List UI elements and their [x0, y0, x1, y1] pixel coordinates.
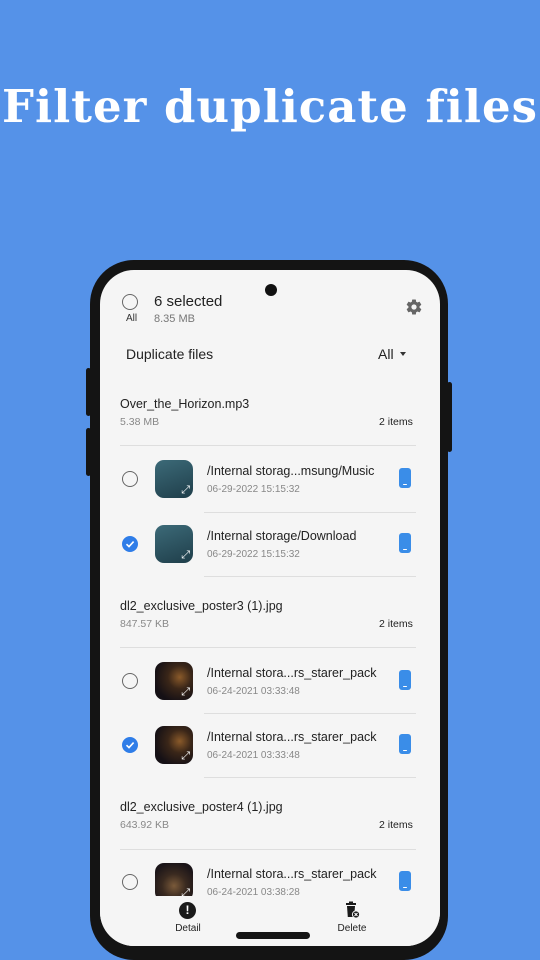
phone-storage-icon: [399, 871, 411, 891]
front-camera: [265, 284, 277, 296]
divider: [204, 576, 416, 577]
divider: [204, 512, 416, 513]
group-size: 5.38 MB: [120, 416, 160, 428]
phone-side-button: [86, 428, 91, 476]
divider: [120, 849, 416, 850]
divider: [204, 777, 416, 778]
group-count: 2 items: [379, 819, 413, 831]
trash-icon: [344, 901, 361, 919]
file-checkbox[interactable]: [122, 471, 138, 487]
file-date: 06-24-2021 03:33:48: [207, 686, 300, 697]
select-all-radio[interactable]: [122, 294, 138, 310]
group-size: 643.92 KB: [120, 819, 170, 831]
select-all-label: All: [126, 313, 138, 324]
file-path: /Internal stora...rs_starer_pack: [207, 730, 377, 744]
file-path: /Internal stora...rs_starer_pack: [207, 666, 377, 680]
file-row[interactable]: ⤢ /Internal storage/Download 06-29-2022 …: [100, 515, 440, 575]
group-size: 847.57 KB: [120, 618, 170, 630]
phone-storage-icon: [399, 468, 411, 488]
file-date: 06-29-2022 15:15:32: [207, 484, 300, 495]
phone-storage-icon: [399, 670, 411, 690]
expand-icon: ⤢: [181, 549, 190, 561]
file-row[interactable]: ⤢ /Internal stora...rs_starer_pack 06-24…: [100, 716, 440, 776]
file-date: 06-24-2021 03:33:48: [207, 750, 300, 761]
file-thumbnail: ⤢: [155, 460, 193, 498]
file-checkbox[interactable]: [122, 874, 138, 890]
group-name: Over_the_Horizon.mp3: [120, 397, 250, 411]
file-row[interactable]: ⤢ /Internal stora...rs_starer_pack 06-24…: [100, 652, 440, 712]
list-title: Duplicate files: [126, 346, 214, 362]
file-checkbox[interactable]: [122, 536, 138, 552]
info-icon: !: [179, 902, 196, 919]
group-name: dl2_exclusive_poster3 (1).jpg: [120, 599, 283, 613]
phone-storage-icon: [399, 533, 411, 553]
file-date: 06-29-2022 15:15:32: [207, 549, 300, 560]
expand-icon: ⤢: [181, 484, 190, 496]
phone-storage-icon: [399, 734, 411, 754]
file-thumbnail: ⤢: [155, 726, 193, 764]
phone-side-button: [86, 368, 91, 416]
divider: [120, 647, 416, 648]
expand-icon: ⤢: [181, 686, 190, 698]
file-thumbnail: ⤢: [155, 662, 193, 700]
filter-dropdown[interactable]: All: [378, 345, 418, 365]
selected-size: 8.35 MB: [154, 313, 195, 325]
file-thumbnail: ⤢: [155, 525, 193, 563]
group-name: dl2_exclusive_poster4 (1).jpg: [120, 800, 283, 814]
phone-side-button: [447, 382, 452, 452]
divider: [204, 713, 416, 714]
file-row[interactable]: ⤢ /Internal storag...msung/Music 06-29-2…: [100, 450, 440, 510]
file-checkbox[interactable]: [122, 673, 138, 689]
caret-down-icon: [400, 352, 406, 356]
selected-count: 6 selected: [154, 293, 223, 310]
gear-icon[interactable]: [405, 298, 423, 316]
detail-button[interactable]: ! Detail: [162, 898, 214, 940]
group-count: 2 items: [379, 416, 413, 428]
expand-icon: ⤢: [181, 750, 190, 762]
file-path: /Internal stora...rs_starer_pack: [207, 867, 377, 881]
delete-button[interactable]: Delete: [326, 898, 378, 940]
filter-value: All: [378, 346, 394, 362]
home-indicator: [236, 932, 310, 939]
file-path: /Internal storag...msung/Music: [207, 464, 375, 478]
delete-label: Delete: [337, 923, 367, 934]
headline: Filter duplicate files: [2, 80, 538, 133]
file-path: /Internal storage/Download: [207, 529, 357, 543]
divider: [120, 445, 416, 446]
app-screen: All 6 selected 8.35 MB Duplicate files A…: [100, 270, 440, 946]
file-checkbox[interactable]: [122, 737, 138, 753]
detail-label: Detail: [175, 923, 201, 934]
group-count: 2 items: [379, 618, 413, 630]
